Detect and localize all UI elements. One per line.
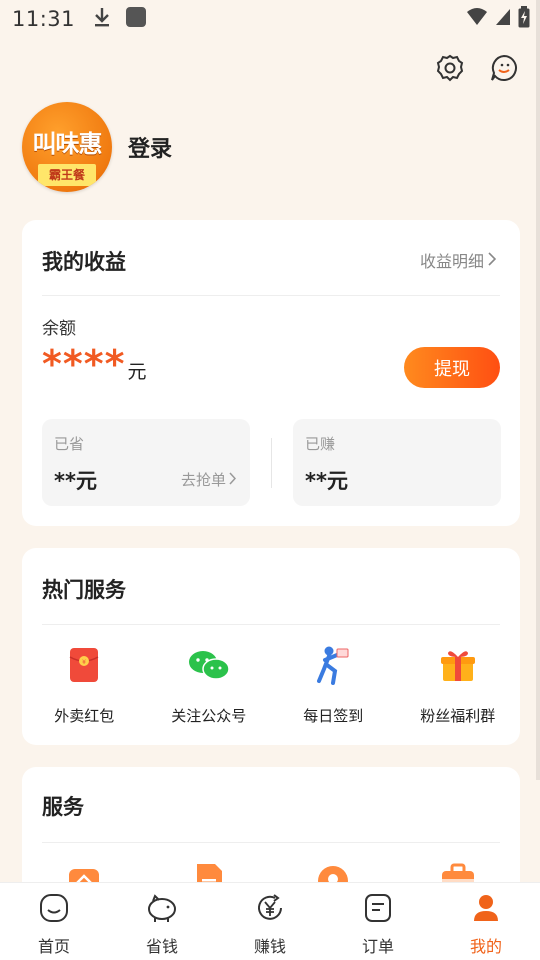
wechat-icon [187,643,231,687]
withdraw-button[interactable]: 提现 [404,347,500,388]
order-icon [364,893,392,927]
chevron-right-icon [229,471,237,489]
grab-order-link[interactable]: 去抢单 [180,469,237,490]
grab-order-label: 去抢单 [180,471,226,489]
chevron-right-icon [488,251,497,270]
earnings-detail-label: 收益明细 [419,252,484,271]
profile-icon [472,893,500,927]
tab-save-money[interactable]: 省钱 [108,883,216,960]
battery-icon [518,6,530,32]
tab-orders[interactable]: 订单 [324,883,432,960]
signal-icon [494,7,512,31]
tab-home[interactable]: 首页 [0,883,108,960]
service-item-label: 关注公众号 [171,707,247,725]
divider [42,624,500,625]
hot-services-title: 热门服务 [42,578,126,602]
red-envelope-icon: ¥ [62,643,106,687]
earned-label: 已赚 [305,435,336,453]
balance-amount: **** [42,342,126,386]
yen-coin-icon [255,893,285,927]
divider [271,438,272,488]
balance-label: 余额 [42,319,76,339]
settings-gear-icon[interactable] [434,52,466,84]
app-notification-icon [125,6,147,32]
tab-earn-money[interactable]: 赚钱 [216,883,324,960]
tab-label: 赚钱 [253,937,286,956]
service-item-wechat[interactable]: 关注公众号 [147,643,272,726]
bottom-tab-bar: 首页 省钱 赚钱 订单 我的 [0,882,540,960]
gift-icon [436,643,480,687]
avatar-logo-text: 叫味惠 [32,130,103,158]
scrollbar[interactable] [536,0,540,780]
piggy-bank-icon [146,893,178,927]
divider [42,295,500,296]
login-link[interactable]: 登录 [128,131,172,163]
sign-in-runner-icon [311,643,355,687]
profile-header[interactable]: 叫味惠 霸王餐 登录 [22,102,172,192]
wifi-icon [466,7,488,31]
earned-value: **元 [305,469,348,493]
saved-box[interactable]: 已省 **元 去抢单 [42,419,250,506]
service-item-label: 外卖红包 [54,707,115,725]
tab-label: 我的 [469,937,502,956]
earned-box: 已赚 **元 [293,419,501,506]
hot-services-card: 热门服务 ¥ 外卖红包 关注公众号 每日签到 粉丝福利群 [22,548,520,745]
service-item-label: 每日签到 [303,707,364,725]
avatar[interactable]: 叫味惠 霸王餐 [22,102,112,192]
balance-value: **** 元 [42,344,147,384]
tab-label: 省钱 [145,937,178,956]
service-item-daily-sign-in[interactable]: 每日签到 [271,643,396,726]
service-item-red-envelope[interactable]: ¥ 外卖红包 [22,643,147,726]
status-time: 11:31 [12,7,76,31]
service-item-fan-group[interactable]: 粉丝福利群 [396,643,521,726]
tab-label: 首页 [37,937,70,956]
home-icon [39,893,69,927]
avatar-logo-subtext: 霸王餐 [38,164,96,186]
download-icon [93,6,111,32]
tab-label: 订单 [361,937,394,956]
customer-service-icon[interactable] [488,52,520,84]
tab-mine[interactable]: 我的 [432,883,540,960]
saved-label: 已省 [54,435,85,453]
status-bar: 11:31 [0,0,540,38]
divider [42,842,500,843]
earnings-detail-link[interactable]: 收益明细 [419,248,497,272]
saved-value: **元 [54,469,97,493]
services-title: 服务 [42,795,84,819]
earnings-title: 我的收益 [42,250,126,274]
balance-unit: 元 [127,361,147,383]
earnings-card: 我的收益 收益明细 余额 **** 元 提现 已省 **元 去抢单 已赚 **元 [22,220,520,526]
svg-text:¥: ¥ [82,659,86,666]
service-item-label: 粉丝福利群 [420,707,496,725]
